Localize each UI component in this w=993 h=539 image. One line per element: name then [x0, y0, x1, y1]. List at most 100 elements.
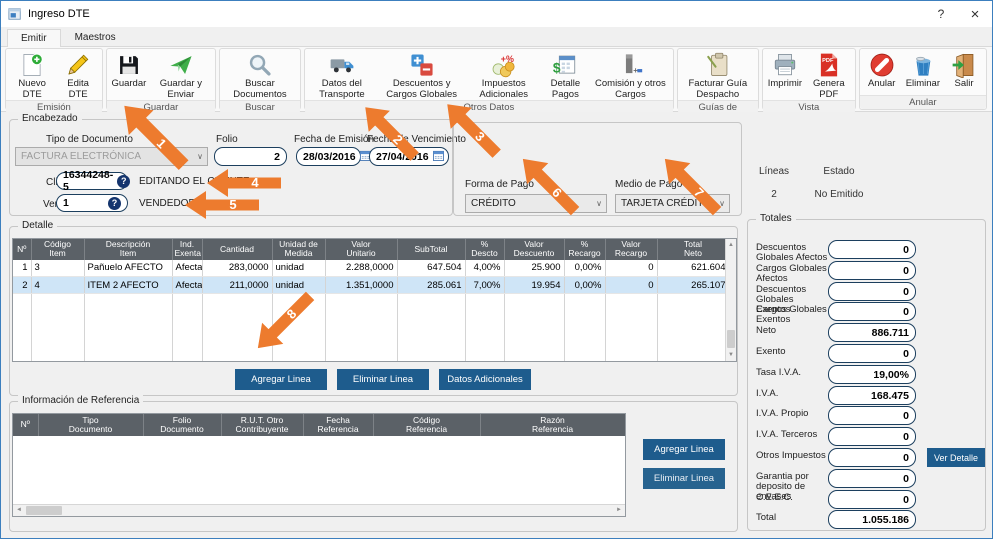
detail-column-header[interactable]: Valor Unitario	[325, 239, 398, 260]
cliente-field[interactable]: 16344248-5 ?	[56, 169, 131, 193]
impuestos-adicionales-button[interactable]: +% Impuestos Adicionales	[467, 50, 541, 100]
vendedor-field[interactable]: 1 ?	[56, 194, 128, 212]
eliminar-button[interactable]: Eliminar	[902, 50, 944, 90]
descuentos-globales-exentos-field[interactable]: 0	[828, 282, 916, 301]
reference-horizontal-scrollbar[interactable]: ◄ ►	[13, 504, 625, 516]
anular-button[interactable]: Anular	[862, 50, 902, 90]
table-row[interactable]: 1 3 Pañuelo AFECTO Afecta 283,0000 unidad 2.28…	[13, 259, 730, 278]
reference-column-header[interactable]: Razón Referencia	[480, 414, 625, 436]
help-button[interactable]: ?	[924, 1, 958, 27]
ingreso-dte-window: Ingreso DTE ? × Emitir Maestros Nuevo DT…	[0, 0, 993, 539]
detail-column-header[interactable]: Valor Descuento	[504, 239, 565, 260]
detail-column-header[interactable]: Nº	[13, 239, 32, 260]
detail-column-header[interactable]: Total Neto	[657, 239, 730, 260]
detalle-agregar-linea-button[interactable]: Agregar Linea	[235, 369, 327, 390]
imprimir-button[interactable]: Imprimir	[765, 50, 805, 90]
help-icon[interactable]: ?	[117, 174, 131, 188]
scroll-left-icon[interactable]: ◄	[13, 505, 25, 516]
scroll-up-icon[interactable]: ▲	[726, 239, 736, 251]
svg-text:PDF: PDF	[822, 58, 834, 64]
cargos-globales-exentos-field[interactable]: 0	[828, 302, 916, 321]
buscar-documentos-button[interactable]: Buscar Documentos	[222, 50, 298, 100]
detalle-groupbox: Detalle Nº Código Item Descripción Item Ind. E…	[9, 220, 738, 396]
window-title: Ingreso DTE	[28, 8, 90, 20]
fecha-vencimiento-label: Fecha de Vencimiento	[367, 134, 466, 145]
guardar-button[interactable]: Guardar	[109, 50, 149, 90]
table-row[interactable]: 2 4 ITEM 2 AFECTO Afecta 211,0000 unidad 1.351…	[13, 276, 730, 295]
detalle-pagos-button[interactable]: $ Detalle Pagos	[541, 50, 590, 100]
edita-dte-button[interactable]: Edita DTE	[56, 50, 100, 100]
cargos-globales-afectos-field[interactable]: 0	[828, 261, 916, 280]
detail-column-header[interactable]: Valor Recargo	[605, 239, 658, 260]
pdf-icon: PDF	[816, 52, 842, 78]
reference-column-header[interactable]: R.U.T. Otro Contribuyente	[221, 414, 304, 436]
i-v-a-field[interactable]: 168.475	[828, 386, 916, 405]
descuentos-y-cargos-globales-button[interactable]: Descuentos y Cargos Globales	[377, 50, 467, 100]
genera-pdf-button[interactable]: PDF Genera PDF	[805, 50, 853, 100]
search-icon	[247, 52, 273, 78]
lineas-value: 2	[771, 189, 777, 200]
i-v-a-label: I.V.A.	[756, 388, 779, 399]
scroll-down-icon[interactable]: ▼	[726, 349, 736, 361]
detail-column-header[interactable]: Descripción Item	[84, 239, 173, 260]
c-e-e-c-field[interactable]: 0	[828, 490, 916, 509]
otros-impuestos-field[interactable]: 0	[828, 448, 916, 467]
reference-column-header[interactable]: Tipo Documento	[38, 414, 144, 436]
datos-adicionales-button[interactable]: Datos Adicionales	[439, 369, 531, 390]
i-v-a-terceros-label: I.V.A. Terceros	[756, 429, 818, 440]
referencia-agregar-linea-button[interactable]: Agregar Linea	[643, 439, 725, 460]
detail-column-header[interactable]: % Descto	[465, 239, 505, 260]
reference-column-header[interactable]: Nº	[13, 414, 39, 436]
descuentos-globales-afectos-field[interactable]: 0	[828, 240, 916, 259]
datos-del-transporte-button[interactable]: Datos del Transporte	[307, 50, 377, 100]
fecha-emision-field[interactable]: 28/03/2016	[296, 147, 371, 166]
ribbon-group-caption: Anular	[859, 95, 986, 109]
neto-field[interactable]: 886.711	[828, 323, 916, 342]
i-v-a-terceros-field[interactable]: 0	[828, 427, 916, 446]
total-field[interactable]: 1.055.186	[828, 510, 916, 529]
garantia-por-deposito-de-envases-field[interactable]: 0	[828, 469, 916, 488]
exit-door-icon	[951, 52, 977, 78]
reference-column-header[interactable]: Fecha Referencia	[303, 414, 374, 436]
calendar-icon[interactable]	[432, 150, 444, 164]
salir-button[interactable]: Salir	[944, 50, 984, 90]
tab-maestros[interactable]: Maestros	[61, 28, 130, 46]
fecha-vencimiento-field[interactable]: 27/04/2016	[369, 147, 449, 166]
referencia-legend: Información de Referencia	[18, 395, 144, 406]
detail-column-header[interactable]: SubTotal	[397, 239, 466, 260]
detalle-eliminar-linea-button[interactable]: Eliminar Linea	[337, 369, 429, 390]
empty-row	[13, 293, 730, 311]
app-icon	[8, 7, 22, 21]
svg-text:+%: +%	[500, 54, 513, 64]
referencia-eliminar-linea-button[interactable]: Eliminar Linea	[643, 468, 725, 489]
i-v-a-propio-field[interactable]: 0	[828, 406, 916, 425]
detail-column-header[interactable]: Ind. Exenta	[172, 239, 203, 260]
nuevo-dte-button[interactable]: Nuevo DTE	[8, 50, 56, 100]
comision-y-otros-cargos-button[interactable]: + Comisión y otros Cargos	[590, 50, 671, 100]
printer-icon	[772, 52, 798, 78]
detail-column-header[interactable]: Código Item	[31, 239, 85, 260]
help-icon[interactable]: ?	[108, 196, 121, 210]
svg-text:$: $	[553, 59, 561, 75]
detail-column-header[interactable]: Unidad de Medida	[272, 239, 326, 260]
detail-vertical-scrollbar[interactable]: ▲ ▼	[725, 239, 736, 361]
scrollbar-thumb[interactable]	[26, 506, 62, 515]
forma-pago-select[interactable]: CRÉDITO ∨	[465, 194, 607, 213]
close-button[interactable]: ×	[958, 1, 992, 27]
ribbon-tabs: Emitir Maestros	[1, 27, 992, 47]
reference-column-header[interactable]: Código Referencia	[373, 414, 481, 436]
scroll-right-icon[interactable]: ►	[613, 505, 625, 516]
trash-icon	[910, 52, 936, 78]
detail-column-header[interactable]: Cantidad	[202, 239, 273, 260]
facturar-guia-despacho-button[interactable]: Facturar Guía Despacho	[680, 50, 756, 100]
scrollbar-thumb[interactable]	[727, 330, 735, 348]
ver-detalle-button[interactable]: Ver Detalle	[927, 448, 985, 467]
folio-field[interactable]: 2	[214, 147, 287, 166]
guardar-y-enviar-button[interactable]: Guardar y Enviar	[149, 50, 213, 100]
detail-column-header[interactable]: % Recargo	[564, 239, 606, 260]
reference-column-header[interactable]: Folio Documento	[143, 414, 222, 436]
tasa-i-v-a-field[interactable]: 19,00%	[828, 365, 916, 384]
exento-field[interactable]: 0	[828, 344, 916, 363]
medio-pago-select[interactable]: TARJETA CRÉDITO ∨	[615, 194, 730, 213]
tab-emitir[interactable]: Emitir	[7, 29, 61, 47]
